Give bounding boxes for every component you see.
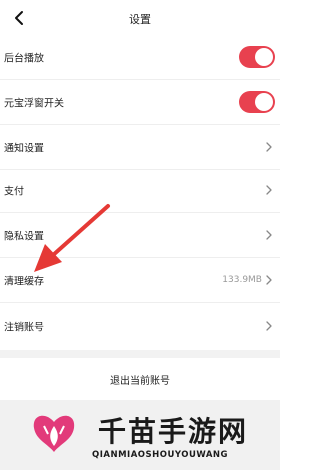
setting-label: 通知设置 bbox=[4, 143, 44, 155]
background-play-toggle[interactable] bbox=[239, 46, 275, 68]
watermark-title: 千苗手游网 bbox=[98, 415, 249, 448]
logout-label: 退出当前账号 bbox=[110, 376, 170, 387]
setting-label: 支付 bbox=[4, 186, 24, 198]
setting-row-background-play[interactable]: 后台播放 bbox=[0, 35, 280, 80]
setting-row-privacy[interactable]: 隐私设置 bbox=[0, 213, 280, 258]
section-divider bbox=[0, 350, 280, 358]
chevron-right-icon bbox=[266, 275, 272, 285]
setting-row-payment[interactable]: 支付 bbox=[0, 168, 280, 213]
setting-label: 后台播放 bbox=[4, 53, 44, 65]
chevron-right-icon bbox=[266, 230, 272, 240]
cache-size-value: 133.9MB bbox=[222, 275, 262, 285]
setting-label: 隐私设置 bbox=[4, 231, 44, 243]
chevron-right-icon bbox=[266, 142, 272, 152]
setting-row-notifications[interactable]: 通知设置 bbox=[0, 125, 280, 170]
watermark-subtitle: QIANMIAOSHOUYOUWANG bbox=[92, 450, 229, 460]
watermark-logo-icon bbox=[33, 415, 75, 452]
nav-header: 设置 bbox=[0, 0, 280, 36]
setting-row-delete-account[interactable]: 注销账号 bbox=[0, 303, 280, 348]
chevron-right-icon bbox=[266, 185, 272, 195]
toggle-knob bbox=[255, 48, 273, 66]
setting-label: 注销账号 bbox=[4, 322, 44, 333]
floating-window-toggle[interactable] bbox=[239, 91, 275, 113]
setting-row-clear-cache[interactable]: 清理缓存 133.9MB bbox=[0, 258, 280, 303]
logout-button[interactable]: 退出当前账号 bbox=[0, 358, 280, 400]
setting-row-floating-window[interactable]: 元宝浮窗开关 bbox=[0, 80, 280, 125]
page-title: 设置 bbox=[129, 13, 151, 26]
setting-label: 清理缓存 bbox=[4, 276, 44, 288]
setting-label: 元宝浮窗开关 bbox=[4, 98, 64, 110]
chevron-right-icon bbox=[266, 320, 272, 331]
toggle-knob bbox=[255, 93, 273, 111]
